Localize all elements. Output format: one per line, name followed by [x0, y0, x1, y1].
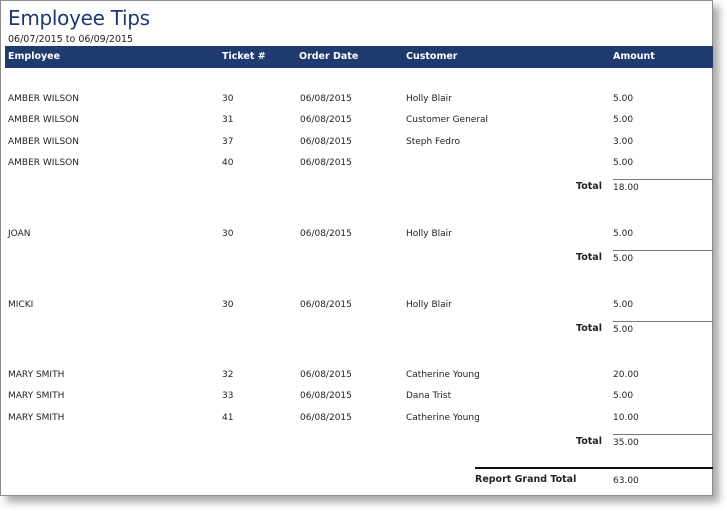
amount-cell: 5.00	[613, 300, 634, 310]
order-date-cell: 06/08/2015	[300, 229, 352, 239]
order-date-cell: 06/08/2015	[300, 158, 352, 168]
report-page: Employee Tips 06/07/2015 to 06/09/2015 E…	[0, 0, 713, 496]
order-date-cell: 06/08/2015	[300, 391, 352, 401]
report-title: Employee Tips	[8, 6, 150, 30]
subtotal-value: 5.00	[613, 325, 634, 335]
column-header-amount: Amount	[613, 51, 655, 62]
grand-total-value: 63.00	[613, 476, 639, 486]
subtotal-label: Total	[576, 436, 602, 447]
ticket-cell: 31	[222, 115, 234, 125]
amount-cell: 10.00	[613, 413, 639, 423]
order-date-cell: 06/08/2015	[300, 115, 352, 125]
ticket-cell: 30	[222, 300, 234, 310]
subtotal-rule	[613, 250, 713, 251]
amount-cell: 5.00	[613, 94, 634, 104]
order-date-cell: 06/08/2015	[300, 300, 352, 310]
column-header-customer: Customer	[406, 51, 458, 62]
amount-cell: 5.00	[613, 391, 634, 401]
column-header-ticket: Ticket #	[222, 51, 266, 62]
order-date-cell: 06/08/2015	[300, 94, 352, 104]
amount-cell: 5.00	[613, 158, 634, 168]
employee-cell: JOAN	[8, 229, 31, 239]
customer-cell: Dana Trist	[406, 391, 452, 401]
ticket-cell: 40	[222, 158, 234, 168]
subtotal-rule	[613, 434, 713, 435]
ticket-cell: 33	[222, 391, 234, 401]
column-header-employee: Employee	[8, 51, 61, 62]
subtotal-label: Total	[576, 252, 602, 263]
order-date-cell: 06/08/2015	[300, 137, 352, 147]
amount-cell: 3.00	[613, 137, 634, 147]
customer-cell: Customer General	[406, 115, 489, 125]
ticket-cell: 30	[222, 94, 234, 104]
customer-cell: Holly Blair	[406, 300, 452, 310]
ticket-cell: 32	[222, 370, 234, 380]
employee-cell: AMBER WILSON	[8, 94, 79, 104]
order-date-cell: 06/08/2015	[300, 413, 352, 423]
customer-cell: Steph Fedro	[406, 137, 460, 147]
employee-cell: MARY SMITH	[8, 413, 65, 423]
employee-cell: AMBER WILSON	[8, 115, 79, 125]
subtotal-label: Total	[576, 323, 602, 334]
grand-total-rule	[475, 467, 713, 469]
subtotal-value: 18.00	[613, 183, 639, 193]
ticket-cell: 41	[222, 413, 234, 423]
amount-cell: 20.00	[613, 370, 639, 380]
employee-cell: AMBER WILSON	[8, 137, 79, 147]
subtotal-label: Total	[576, 181, 602, 192]
employee-cell: MARY SMITH	[8, 370, 65, 380]
employee-cell: MARY SMITH	[8, 391, 65, 401]
subtotal-value: 35.00	[613, 438, 639, 448]
customer-cell: Holly Blair	[406, 94, 452, 104]
ticket-cell: 37	[222, 137, 234, 147]
table-header: Employee Ticket # Order Date Customer Am…	[5, 46, 713, 68]
subtotal-rule	[613, 179, 713, 180]
employee-cell: AMBER WILSON	[8, 158, 79, 168]
subtotal-value: 5.00	[613, 254, 634, 264]
employee-cell: MICKI	[8, 300, 34, 310]
customer-cell: Catherine Young	[406, 370, 480, 380]
column-header-order-date: Order Date	[299, 51, 359, 62]
customer-cell: Holly Blair	[406, 229, 452, 239]
grand-total-label: Report Grand Total	[475, 474, 577, 485]
customer-cell: Catherine Young	[406, 413, 480, 423]
report-date-range: 06/07/2015 to 06/09/2015	[8, 34, 134, 45]
order-date-cell: 06/08/2015	[300, 370, 352, 380]
ticket-cell: 30	[222, 229, 234, 239]
amount-cell: 5.00	[613, 229, 634, 239]
amount-cell: 5.00	[613, 115, 634, 125]
subtotal-rule	[613, 321, 713, 322]
